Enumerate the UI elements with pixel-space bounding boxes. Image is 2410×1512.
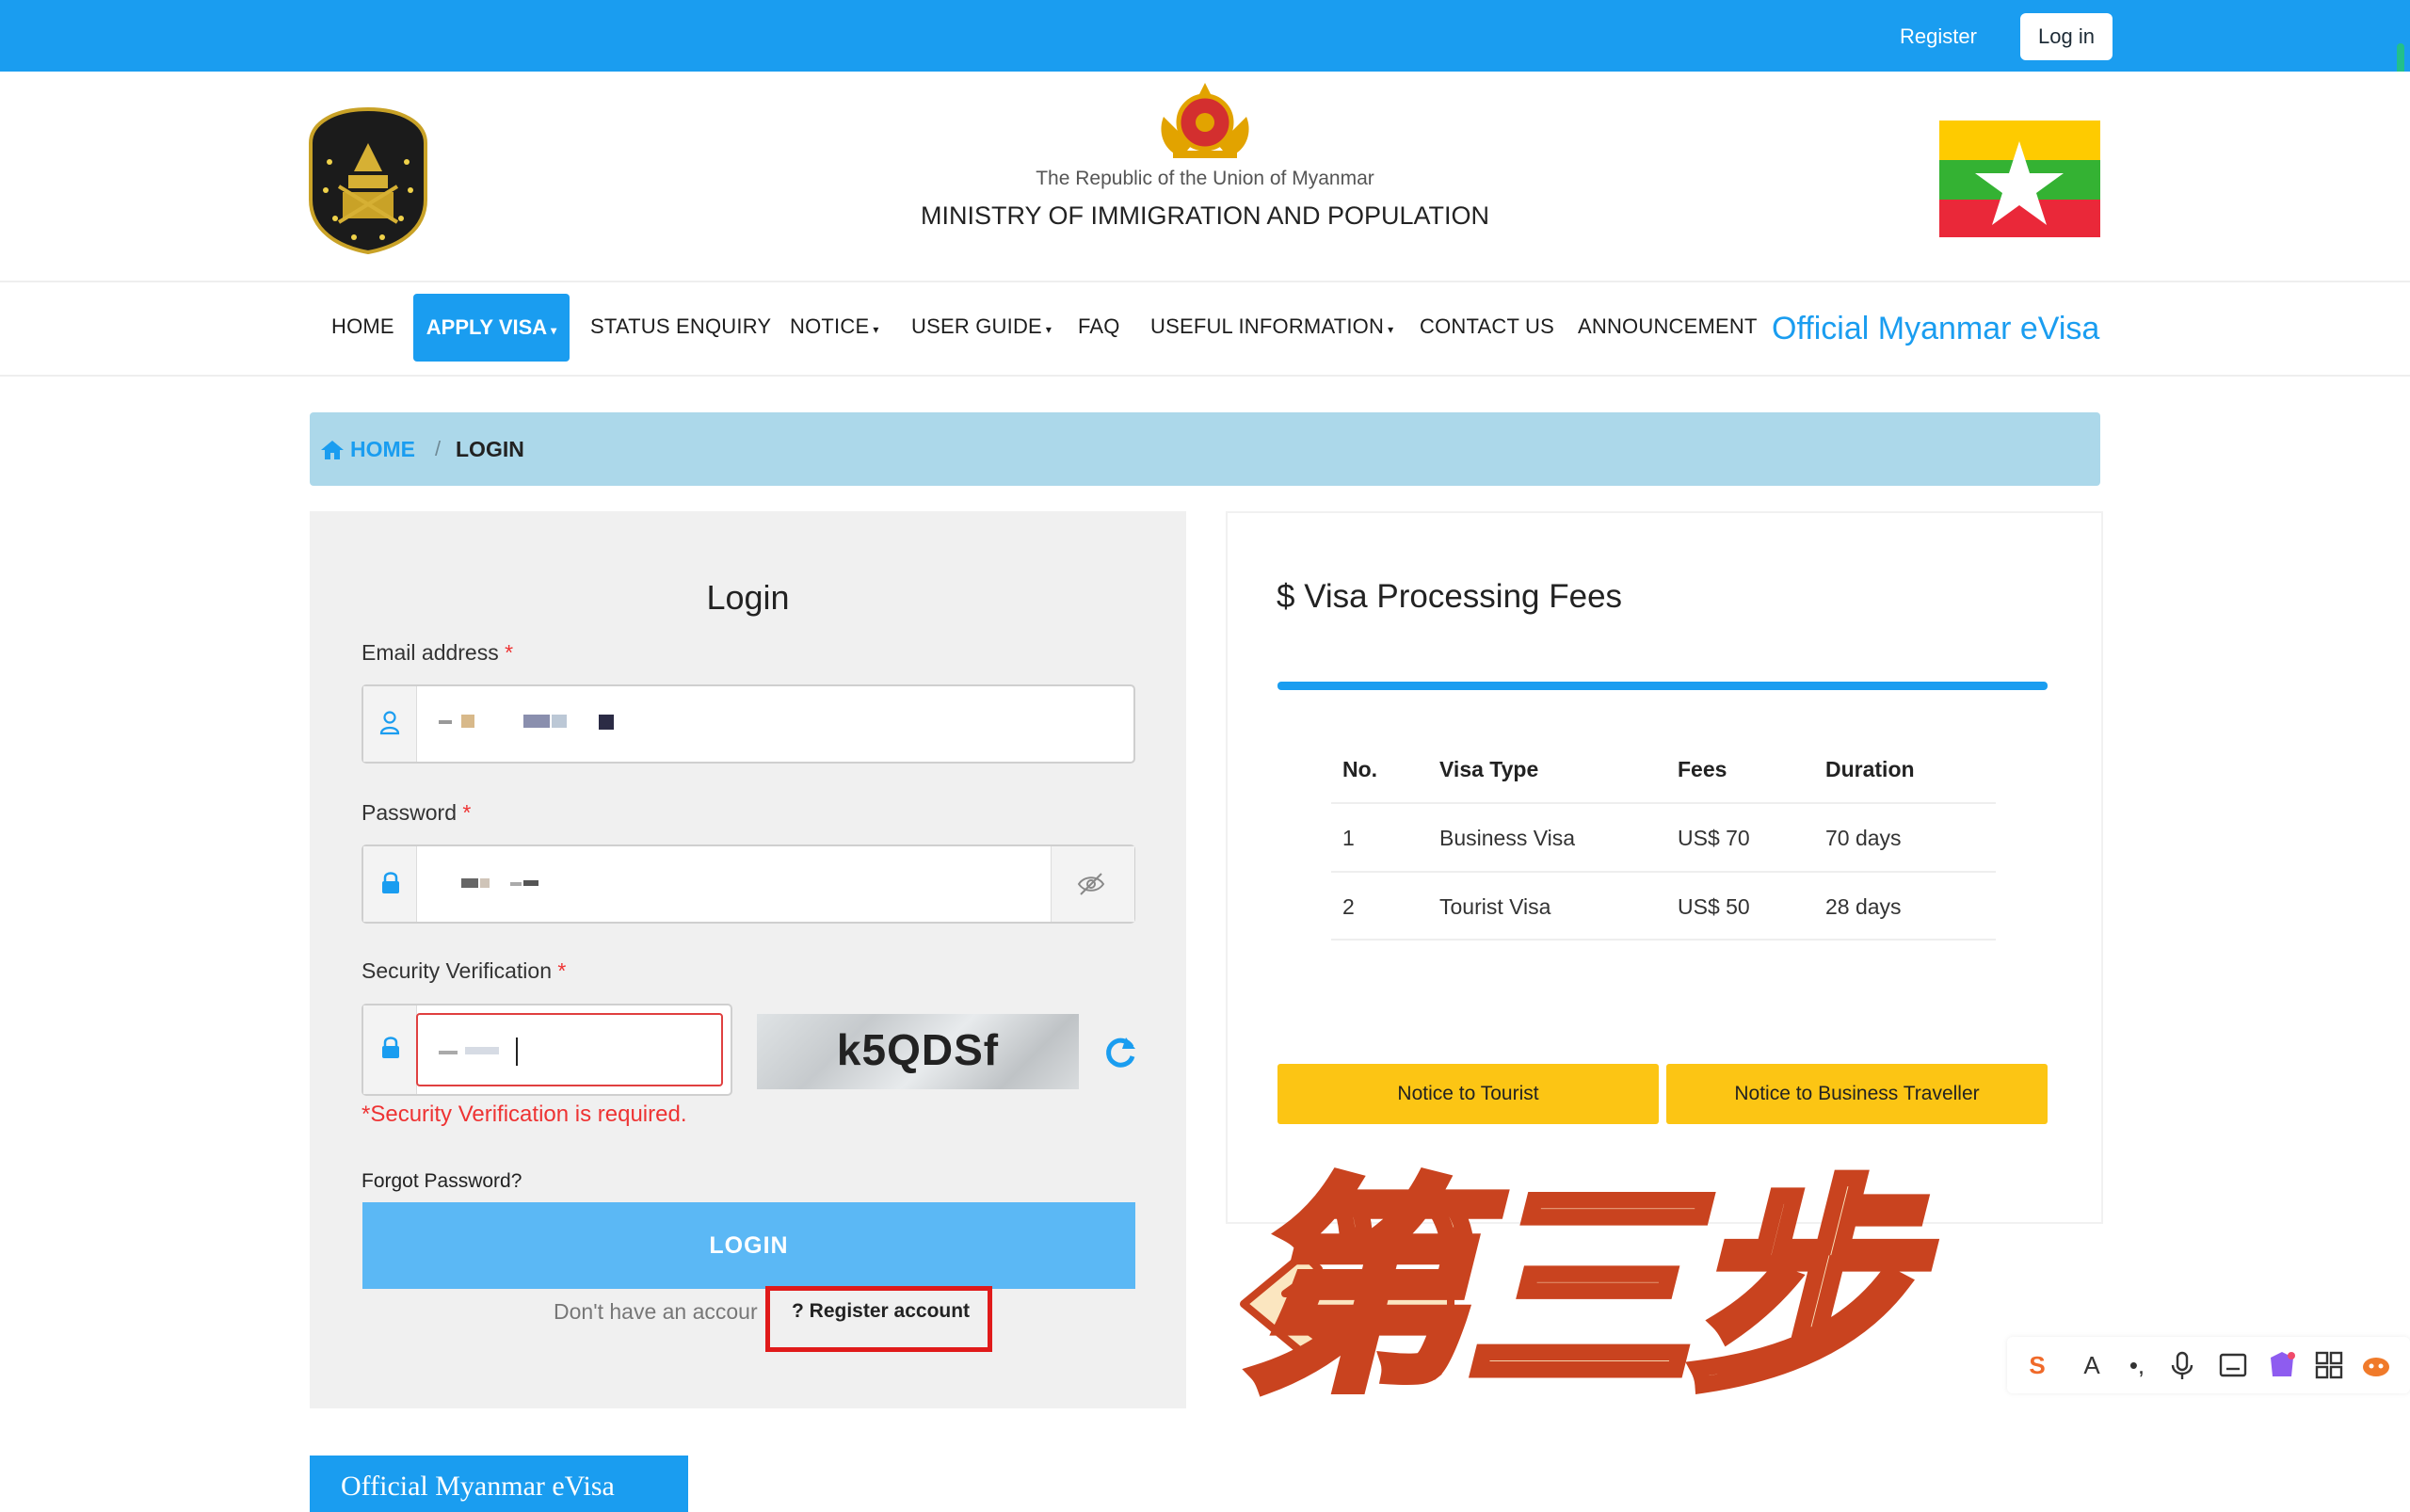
- nav-home[interactable]: HOME: [331, 314, 394, 339]
- nav-apply-visa[interactable]: APPLY VISA ▾: [413, 294, 570, 362]
- table-divider: [1331, 939, 1996, 941]
- email-value-blur: [523, 715, 550, 728]
- password-value-blur: [461, 878, 478, 888]
- grid-menu-icon[interactable]: [2312, 1348, 2346, 1382]
- fees-title: $ Visa Processing Fees: [1277, 578, 1623, 615]
- email-value-blur: [552, 715, 567, 728]
- captcha-text: k5QDSf: [836, 1025, 1000, 1074]
- fees-cell: US$ 50: [1678, 894, 1750, 919]
- fees-header-duration: Duration: [1825, 757, 1915, 781]
- top-register-link[interactable]: Register: [1900, 24, 1977, 49]
- myanmar-flag: [1939, 121, 2100, 237]
- breadcrumb-separator: /: [435, 437, 442, 460]
- floating-toolbar: [2007, 1337, 2410, 1393]
- lock-icon: [382, 872, 399, 893]
- password-label: Password *: [362, 800, 472, 825]
- fees-header-visa-type: Visa Type: [1439, 757, 1539, 781]
- step-three-overlay: 第三步: [1238, 1158, 1918, 1422]
- captcha-value-blur: [465, 1047, 499, 1054]
- fees-cell: 28 days: [1825, 894, 1902, 919]
- breadcrumb-current: LOGIN: [456, 437, 524, 461]
- refresh-icon[interactable]: [1101, 1034, 1139, 1071]
- fees-header-no: No.: [1342, 757, 1378, 781]
- notice-to-business-button[interactable]: Notice to Business Traveller: [1666, 1064, 2048, 1124]
- security-verification-input[interactable]: [416, 1013, 723, 1086]
- no-account-text: Don't have an accour: [554, 1299, 758, 1324]
- fees-cell: US$ 70: [1678, 826, 1750, 850]
- email-field[interactable]: [362, 684, 1135, 764]
- fees-header-fees: Fees: [1678, 757, 1727, 781]
- nav-faq[interactable]: FAQ: [1078, 314, 1120, 339]
- top-login-button[interactable]: Log in: [2020, 13, 2113, 60]
- nav-contact-us[interactable]: CONTACT US: [1420, 314, 1554, 339]
- email-value-blur: [461, 715, 474, 728]
- breadcrumb: [310, 412, 2100, 486]
- email-value-blur: [599, 715, 614, 730]
- email-label: Email address *: [362, 640, 514, 665]
- nav-user-guide[interactable]: USER GUIDE ▾: [911, 314, 1052, 339]
- nav-notice[interactable]: NOTICE ▾: [790, 314, 879, 339]
- eye-slash-icon[interactable]: [1077, 872, 1105, 896]
- home-icon[interactable]: [320, 439, 345, 461]
- skin-icon[interactable]: [2265, 1348, 2299, 1382]
- password-field[interactable]: [362, 844, 1135, 924]
- microphone-icon[interactable]: [2165, 1348, 2199, 1382]
- annotation-highlight-box: [765, 1286, 992, 1352]
- state-emblem: [1161, 83, 1249, 158]
- password-value-blur: [510, 882, 522, 886]
- captcha-value-blur: [439, 1051, 458, 1054]
- fees-cell: 2: [1342, 894, 1355, 919]
- login-button[interactable]: LOGIN: [362, 1202, 1135, 1289]
- lock-icon: [382, 1037, 399, 1058]
- breadcrumb-home[interactable]: HOME: [350, 437, 415, 462]
- fees-cell: 70 days: [1825, 826, 1902, 850]
- mascot-icon[interactable]: [2359, 1348, 2393, 1382]
- fees-cell: Business Visa: [1439, 826, 1576, 850]
- nav-useful-information[interactable]: USEFUL INFORMATION ▾: [1150, 314, 1393, 339]
- font-a-icon[interactable]: A: [2075, 1348, 2109, 1382]
- password-value-blur: [523, 880, 538, 886]
- caret-down-icon: ▾: [1045, 323, 1052, 336]
- keyboard-icon[interactable]: [2216, 1348, 2250, 1382]
- password-value-blur: [480, 878, 490, 888]
- notice-to-tourist-button[interactable]: Notice to Tourist: [1277, 1064, 1659, 1124]
- user-icon: [379, 711, 400, 735]
- sogou-s-icon[interactable]: S: [2020, 1348, 2054, 1382]
- email-value-blur: [439, 720, 452, 724]
- security-label: Security Verification *: [362, 958, 567, 983]
- forgot-password-link[interactable]: Forgot Password?: [362, 1170, 522, 1193]
- table-divider: [1331, 802, 1996, 804]
- caret-down-icon: ▾: [551, 324, 557, 337]
- nav-announcement[interactable]: ANNOUNCEMENT: [1578, 314, 1758, 339]
- caret-down-icon: ▾: [1388, 323, 1394, 336]
- nav-status-enquiry[interactable]: STATUS ENQUIRY: [590, 314, 771, 339]
- text-cursor: [516, 1037, 518, 1066]
- fees-divider: [1277, 682, 2048, 690]
- table-divider: [1331, 871, 1996, 873]
- punctuation-icon[interactable]: •,: [2120, 1348, 2154, 1382]
- login-title: Login: [706, 578, 790, 617]
- fees-cell: Tourist Visa: [1439, 894, 1551, 919]
- security-error-message: *Security Verification is required.: [362, 1102, 687, 1127]
- fees-cell: 1: [1342, 826, 1355, 850]
- brand-official-evisa[interactable]: Official Myanmar eVisa: [1772, 311, 2099, 347]
- caret-down-icon: ▾: [873, 323, 879, 336]
- bottom-evisa-label: Official Myanmar eVisa: [341, 1471, 615, 1502]
